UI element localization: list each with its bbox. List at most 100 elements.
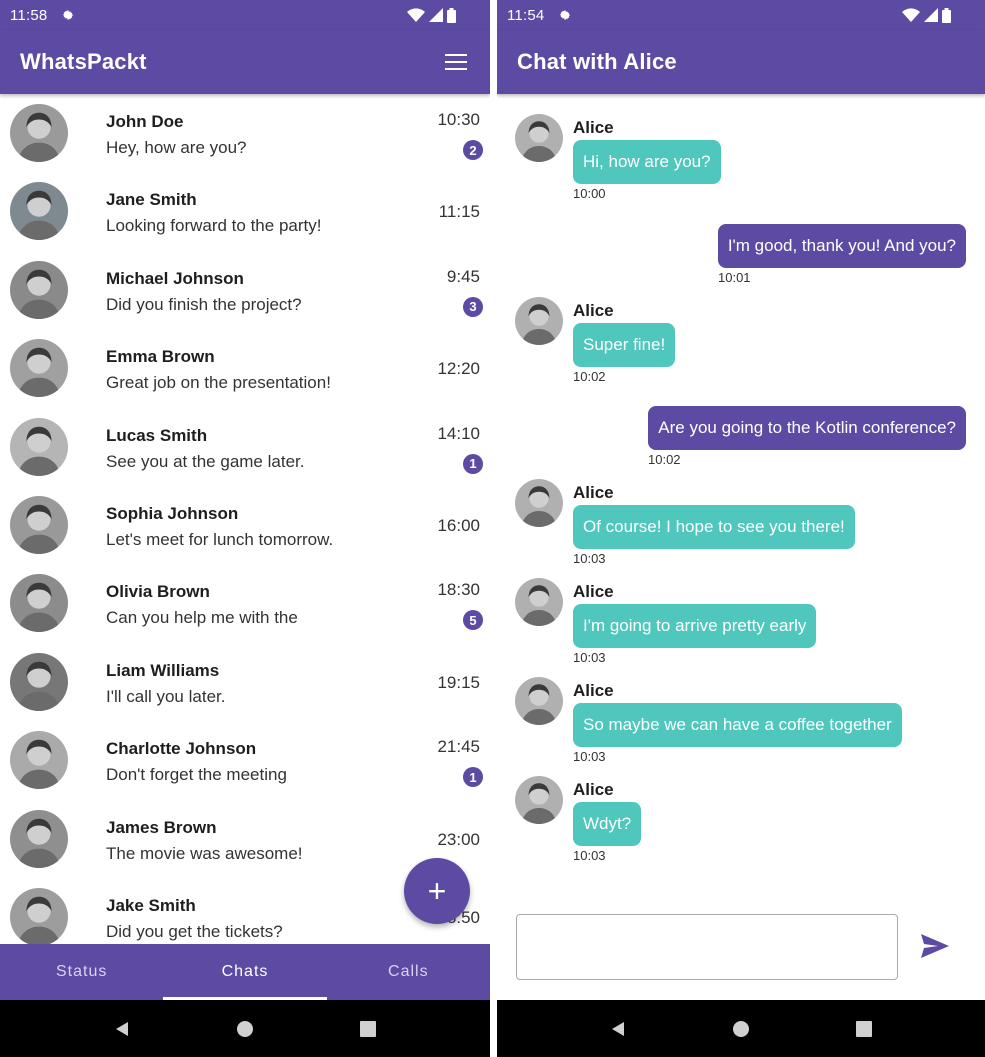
message-time: 10:00 <box>573 186 606 201</box>
avatar <box>515 114 563 162</box>
conversation-screen: 11:54 Chat with Alice Alice Hi, how are y… <box>497 0 985 1057</box>
signal-icon <box>924 8 938 22</box>
menu-icon[interactable] <box>445 54 467 70</box>
chat-list-item[interactable]: Charlotte Johnson Don't forget the meetin… <box>0 721 490 799</box>
chat-name: Jake Smith <box>106 896 196 915</box>
message-time: 10:03 <box>573 749 606 764</box>
incoming-message-bubble: I'm going to arrive pretty early <box>573 604 817 648</box>
chat-last-message: Did you get the tickets? <box>106 922 283 941</box>
chat-last-message: Looking forward to the party! <box>106 216 322 236</box>
system-nav-bar <box>0 1000 490 1057</box>
send-icon[interactable] <box>921 934 951 962</box>
message-sender: Alice <box>573 582 614 601</box>
chat-name: Jane Smith <box>106 190 197 210</box>
avatar <box>515 578 563 626</box>
message-input[interactable] <box>516 914 898 980</box>
chat-name: Sophia Johnson <box>106 504 239 523</box>
message-time: 10:03 <box>573 551 606 566</box>
message-time: 10:03 <box>573 848 606 863</box>
screen-divider <box>490 0 497 1057</box>
chat-last-message: Don't forget the meeting <box>106 765 287 785</box>
settings-gear-icon <box>61 8 75 22</box>
chat-name: Emma Brown <box>106 347 215 367</box>
message-sender: Alice <box>573 780 614 799</box>
chat-name: Lucas Smith <box>106 425 208 445</box>
chat-list-item[interactable]: John Doe Hey, how are you? 10:30 2 <box>0 94 490 172</box>
avatar <box>10 496 68 554</box>
back-icon[interactable] <box>102 1009 142 1049</box>
outgoing-message-bubble: I'm good, thank you! And you? <box>717 224 966 268</box>
home-icon[interactable] <box>225 1009 265 1049</box>
chat-time: 9:45 <box>446 266 480 286</box>
chat-name: John Doe <box>106 112 184 131</box>
avatar <box>10 574 68 633</box>
chat-name: Charlotte Johnson <box>106 739 257 759</box>
chat-last-message: Let's meet for lunch tomorrow. <box>106 530 334 549</box>
chat-list-item[interactable]: Michael Johnson Did you finish the projec… <box>0 251 490 329</box>
chat-list-item[interactable]: Sophia Johnson Let's meet for lunch tomor… <box>0 486 490 564</box>
bottom-tab-bar: Status Chats Calls <box>0 944 490 1000</box>
chat-last-message: Hey, how are you? <box>106 138 247 157</box>
message-time: 10:01 <box>718 270 751 285</box>
status-time: 11:54 <box>507 6 545 24</box>
home-icon[interactable] <box>721 1009 761 1049</box>
signal-icon <box>429 8 443 22</box>
chat-last-message: See you at the game later. <box>106 451 305 471</box>
message-time: 10:03 <box>573 650 606 665</box>
system-icons <box>902 7 951 23</box>
app-bar: WhatsPackt <box>0 30 490 94</box>
recents-icon[interactable] <box>348 1009 388 1049</box>
incoming-message-bubble: Of course! I hope to see you there! <box>573 505 855 549</box>
incoming-message-bubble: Wdyt? <box>573 802 642 846</box>
chat-last-message: The movie was awesome! <box>106 843 303 863</box>
settings-gear-icon <box>558 8 572 22</box>
wifi-icon <box>902 8 920 22</box>
battery-icon <box>942 7 951 23</box>
status-bar: 11:58 <box>0 0 490 30</box>
avatar <box>10 652 68 711</box>
tab-chats[interactable]: Chats <box>163 944 327 1000</box>
chat-list-item[interactable]: Liam Williams I'll call you later. 19:15 <box>0 643 490 721</box>
chat-list-screen: 11:58 WhatsPackt John Doe Hey, how are yo… <box>0 0 490 1057</box>
message-time: 10:02 <box>573 369 606 384</box>
chat-time: 23:00 <box>437 829 480 849</box>
status-bar: 11:54 <box>497 0 985 30</box>
message-sender: Alice <box>573 118 614 137</box>
avatar <box>515 479 563 527</box>
app-bar: Chat with Alice <box>497 30 985 94</box>
back-icon[interactable] <box>598 1009 638 1049</box>
chat-list: John Doe Hey, how are you? 10:30 2 Jane Smit… <box>0 94 490 944</box>
message-list: Alice Hi, how are you? 10:00 I'm good, than… <box>497 94 985 904</box>
battery-icon <box>447 7 456 23</box>
avatar <box>10 888 68 944</box>
app-title: WhatsPackt <box>20 49 147 74</box>
chat-list-item[interactable]: Olivia Brown Can you help me with the 18:3… <box>0 564 490 642</box>
outgoing-message-bubble: Are you going to the Kotlin conference? <box>648 406 966 450</box>
chat-time: 18:30 <box>437 580 480 600</box>
wifi-icon <box>407 8 425 22</box>
incoming-message-bubble: Super fine! <box>573 323 676 367</box>
system-icons <box>407 7 456 23</box>
conversation-title: Chat with Alice <box>517 49 677 74</box>
recents-icon[interactable] <box>844 1009 884 1049</box>
chat-time: 19:15 <box>437 672 480 692</box>
unread-badge: 2 <box>463 140 483 160</box>
chat-time: 16:00 <box>437 516 480 535</box>
chat-last-message: I'll call you later. <box>106 686 226 706</box>
incoming-message-bubble: So maybe we can have a coffee together <box>573 703 902 747</box>
message-time: 10:02 <box>648 452 681 467</box>
chat-list-item[interactable]: Jane Smith Looking forward to the party! 1… <box>0 172 490 250</box>
chat-name: Liam Williams <box>106 660 220 680</box>
chat-time: 10:30 <box>437 110 480 129</box>
chat-last-message: Did you finish the project? <box>106 294 302 314</box>
chat-name: James Brown <box>106 817 217 837</box>
tab-calls[interactable]: Calls <box>327 944 490 1000</box>
chat-list-item[interactable]: Lucas Smith See you at the game later. 14:… <box>0 408 490 486</box>
avatar <box>10 104 68 162</box>
unread-badge: 1 <box>463 767 483 788</box>
unread-badge: 3 <box>463 296 483 317</box>
tab-status[interactable]: Status <box>0 944 163 1000</box>
avatar <box>10 339 68 398</box>
chat-list-item[interactable]: Emma Brown Great job on the presentation!… <box>0 329 490 407</box>
new-chat-fab-button[interactable]: + <box>404 858 470 924</box>
